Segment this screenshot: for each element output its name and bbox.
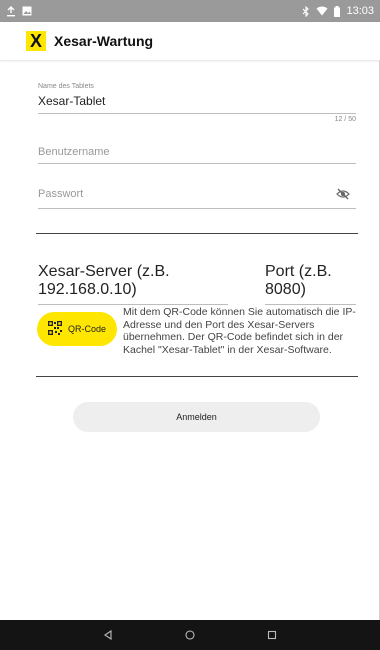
upload-icon bbox=[6, 5, 16, 17]
section-divider-1 bbox=[36, 233, 358, 234]
password-input[interactable]: Passwort bbox=[38, 188, 356, 200]
login-button[interactable]: Anmelden bbox=[73, 402, 320, 432]
login-form: Name des Tablets Xesar-Tablet 12 / 50 Be… bbox=[0, 60, 380, 620]
image-icon bbox=[22, 6, 32, 16]
tablet-name-underline bbox=[38, 113, 356, 114]
status-bar-left bbox=[6, 5, 32, 17]
tablet-name-label: Name des Tablets bbox=[38, 83, 94, 90]
tablet-name-counter: 12 / 50 bbox=[334, 116, 356, 123]
status-bar: 13:03 bbox=[0, 0, 380, 22]
login-button-label: Anmelden bbox=[176, 412, 217, 422]
app-title: Xesar-Wartung bbox=[54, 33, 154, 49]
qr-code-icon bbox=[47, 321, 62, 337]
logo-letter: X bbox=[29, 31, 42, 51]
bluetooth-icon bbox=[302, 5, 310, 17]
tablet-name-input[interactable]: Xesar-Tablet bbox=[38, 94, 356, 108]
clock: 13:03 bbox=[346, 5, 374, 17]
visibility-off-icon[interactable] bbox=[336, 187, 350, 205]
section-divider-2 bbox=[36, 376, 358, 377]
username-input[interactable]: Benutzername bbox=[38, 146, 356, 158]
app-bar: X Xesar-Wartung bbox=[0, 22, 380, 60]
username-field[interactable]: Benutzername bbox=[38, 146, 356, 164]
qr-code-description: Mit dem QR-Code können Sie automatisch d… bbox=[123, 306, 356, 356]
qr-code-button-label: QR-Code bbox=[67, 324, 106, 334]
battery-icon bbox=[334, 5, 341, 17]
server-input[interactable]: Xesar-Server (z.B. 192.168.0.10) bbox=[38, 263, 228, 299]
server-field[interactable]: Xesar-Server (z.B. 192.168.0.10) bbox=[38, 263, 228, 305]
port-input[interactable]: Port (z.B. 8080) bbox=[265, 263, 356, 299]
home-icon[interactable] bbox=[180, 625, 200, 645]
qr-code-button[interactable]: QR-Code bbox=[37, 312, 117, 346]
xesar-logo: X bbox=[26, 31, 46, 51]
navigation-bar bbox=[0, 620, 380, 650]
status-bar-right: 13:03 bbox=[302, 5, 374, 17]
server-underline bbox=[38, 304, 228, 305]
port-field[interactable]: Port (z.B. 8080) bbox=[265, 263, 356, 305]
back-icon[interactable] bbox=[98, 625, 118, 645]
wifi-icon bbox=[316, 6, 328, 16]
recents-icon[interactable] bbox=[262, 625, 282, 645]
server-connection-row: Xesar-Server (z.B. 192.168.0.10) Port (z… bbox=[38, 263, 356, 305]
password-underline bbox=[38, 208, 356, 209]
port-underline bbox=[265, 304, 356, 305]
tablet-name-field[interactable]: Name des Tablets Xesar-Tablet 12 / 50 bbox=[38, 83, 356, 123]
username-underline bbox=[38, 163, 356, 164]
password-field[interactable]: Passwort bbox=[38, 188, 356, 209]
